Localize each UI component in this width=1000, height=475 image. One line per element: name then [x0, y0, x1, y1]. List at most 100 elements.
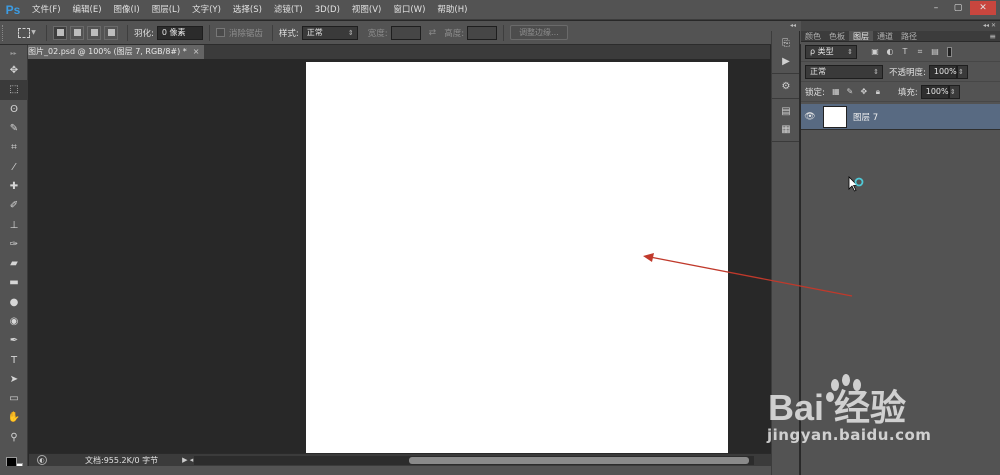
- type-filter-icon[interactable]: T: [899, 46, 911, 57]
- adjustments-panel-icon[interactable]: ⚙: [772, 77, 800, 95]
- shape-filter-icon[interactable]: ⌗: [914, 46, 926, 57]
- menu-edit[interactable]: 编辑(E): [67, 0, 108, 20]
- feather-input[interactable]: 0 像素: [156, 25, 203, 40]
- info-panel-icon[interactable]: ▦: [772, 120, 800, 138]
- divider: [503, 24, 505, 41]
- status-menu-arrow-icon[interactable]: ▶ ◂: [182, 456, 193, 464]
- menu-layer[interactable]: 图层(L): [146, 0, 186, 20]
- marquee-tool-icon[interactable]: ⬚: [0, 80, 28, 100]
- dodge-tool-icon[interactable]: ◉: [0, 312, 28, 331]
- tab-channels[interactable]: 通道: [873, 31, 897, 41]
- filter-type-select[interactable]: ρ 类型: [805, 44, 857, 59]
- zoom-tool-icon[interactable]: ⚲: [0, 428, 28, 447]
- add-selection-button[interactable]: [70, 25, 84, 40]
- rect-marquee-icon: [18, 27, 31, 38]
- panel-menu-icon[interactable]: ≡: [989, 31, 1000, 41]
- menu-file[interactable]: 文件(F): [26, 0, 67, 20]
- quick-select-tool-icon[interactable]: ✎: [0, 119, 28, 138]
- type-tool-icon[interactable]: T: [0, 350, 28, 369]
- shape-tool-icon[interactable]: ▭: [0, 389, 28, 408]
- document-status-icon[interactable]: ◐: [37, 455, 47, 465]
- smart-object-filter-icon[interactable]: ▤: [929, 46, 941, 57]
- tab-color[interactable]: 颜色: [801, 31, 825, 41]
- adjustment-filter-icon[interactable]: ◐: [884, 46, 896, 57]
- divider: [271, 24, 273, 41]
- panel-collapse-grip[interactable]: ◂◂ ✕: [801, 21, 1000, 31]
- history-panel-icon[interactable]: ⎘: [772, 34, 800, 52]
- menu-select[interactable]: 选择(S): [227, 0, 268, 20]
- subtract-selection-icon: [90, 29, 98, 36]
- toolbox-grip[interactable]: ▸▸: [0, 45, 27, 61]
- window-controls: – ▢ ✕: [924, 1, 996, 15]
- pixel-filter-icon[interactable]: ▣: [869, 46, 881, 57]
- tool-preset-picker[interactable]: ▼: [14, 24, 40, 42]
- new-selection-icon: [56, 29, 64, 36]
- antialias-checkbox[interactable]: [215, 28, 225, 37]
- path-select-tool-icon[interactable]: ➤: [0, 370, 28, 389]
- fill-input[interactable]: 100%: [920, 84, 949, 99]
- healing-brush-tool-icon[interactable]: ✚: [0, 177, 28, 196]
- tab-swatches[interactable]: 色板: [825, 31, 849, 41]
- menu-3d[interactable]: 3D(D): [309, 0, 346, 20]
- hand-tool-icon[interactable]: ✋: [0, 408, 28, 427]
- intersect-selection-button[interactable]: [104, 25, 118, 40]
- subtract-selection-button[interactable]: [87, 25, 101, 40]
- fill-dropdown[interactable]: [948, 84, 960, 99]
- document-canvas[interactable]: [306, 62, 728, 454]
- menu-help[interactable]: 帮助(H): [431, 0, 473, 20]
- layer-row[interactable]: 👁︎ 图层 7: [801, 104, 1000, 130]
- eraser-tool-icon[interactable]: ▰: [0, 254, 28, 273]
- new-selection-button[interactable]: [53, 25, 67, 40]
- crop-tool-icon[interactable]: ⌗: [0, 138, 28, 157]
- eyedropper-tool-icon[interactable]: ⁄: [0, 157, 28, 176]
- eye-icon[interactable]: 👁︎: [801, 112, 819, 122]
- photoshop-logo[interactable]: Ps: [0, 0, 26, 20]
- add-selection-icon: [73, 29, 81, 36]
- filter-toggle[interactable]: [947, 46, 952, 57]
- swap-icon[interactable]: ⇄: [429, 28, 437, 38]
- lock-position-icon[interactable]: ✥: [858, 86, 870, 97]
- lock-label: 锁定:: [805, 87, 825, 98]
- opacity-input[interactable]: 100%: [928, 64, 957, 79]
- tab-layers[interactable]: 图层: [849, 31, 873, 41]
- options-grip[interactable]: [2, 24, 8, 41]
- tab-paths[interactable]: 路径: [897, 31, 921, 41]
- layer-name[interactable]: 图层 7: [853, 111, 878, 123]
- layer-thumbnail[interactable]: [823, 105, 847, 128]
- move-tool-icon[interactable]: ✥: [0, 61, 28, 80]
- lock-all-icon[interactable]: 🔒︎: [872, 86, 884, 97]
- restore-button[interactable]: ▢: [948, 1, 968, 15]
- lasso-tool-icon[interactable]: ʘ: [0, 100, 28, 119]
- strip-group: ▤ ▦: [772, 99, 799, 142]
- panel-dock-grip[interactable]: ◂◂: [771, 21, 800, 31]
- menu-window[interactable]: 窗口(W): [387, 0, 431, 20]
- menu-view[interactable]: 视图(V): [346, 0, 387, 20]
- lock-image-icon[interactable]: ✎: [844, 86, 856, 97]
- properties-panel-icon[interactable]: ▤: [772, 102, 800, 120]
- scrollbar-thumb[interactable]: [409, 457, 749, 464]
- style-select[interactable]: 正常: [301, 25, 358, 40]
- menu-type[interactable]: 文字(Y): [186, 0, 227, 20]
- clone-stamp-tool-icon[interactable]: ⊥: [0, 215, 28, 234]
- toolbox: ▸▸ ✥ ⬚ ʘ ✎ ⌗ ⁄ ✚ ✐ ⊥ ✑ ▰ ▬ ● ◉ ✒ T ➤ ▭ ✋…: [0, 45, 28, 475]
- pen-tool-icon[interactable]: ✒: [0, 331, 28, 350]
- width-input[interactable]: [390, 25, 421, 40]
- document-tab[interactable]: 图片_02.psd @ 100% (图层 7, RGB/8#) * ×: [28, 45, 204, 59]
- menu-image[interactable]: 图像(I): [108, 0, 146, 20]
- horizontal-scrollbar[interactable]: [194, 456, 754, 465]
- close-button[interactable]: ✕: [970, 1, 996, 15]
- lock-transparent-icon[interactable]: ▦: [830, 86, 842, 97]
- close-icon[interactable]: ×: [193, 47, 200, 56]
- gradient-tool-icon[interactable]: ▬: [0, 273, 28, 292]
- blur-tool-icon[interactable]: ●: [0, 293, 28, 312]
- history-brush-tool-icon[interactable]: ✑: [0, 235, 28, 254]
- document-info: 文档:955.2K/0 字节: [85, 455, 159, 465]
- minimize-button[interactable]: –: [926, 1, 946, 15]
- height-input[interactable]: [467, 25, 498, 40]
- brush-tool-icon[interactable]: ✐: [0, 196, 28, 215]
- refine-edge-button[interactable]: 调整边缘...: [510, 25, 568, 40]
- menu-filter[interactable]: 滤镜(T): [268, 0, 309, 20]
- actions-panel-icon[interactable]: ▶: [772, 52, 800, 70]
- opacity-dropdown[interactable]: [956, 64, 968, 79]
- blend-mode-select[interactable]: 正常: [805, 64, 883, 79]
